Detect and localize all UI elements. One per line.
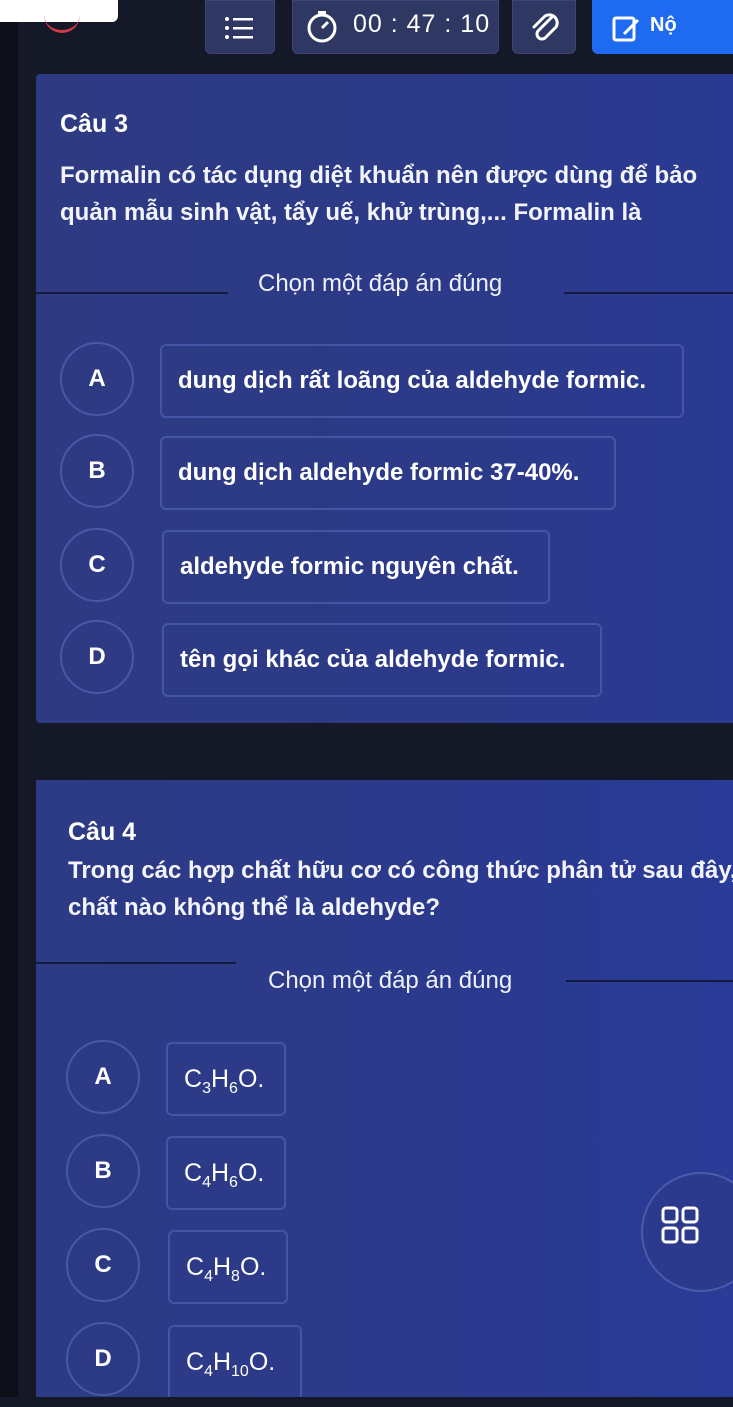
screen-edge xyxy=(0,0,18,1397)
option-letter-c[interactable]: C xyxy=(60,528,134,602)
option-d[interactable]: C4H10O. xyxy=(168,1325,302,1397)
submit-button[interactable]: Nộ xyxy=(592,0,733,54)
option-letter-a[interactable]: A xyxy=(60,342,134,416)
option-letter-b[interactable]: B xyxy=(66,1134,140,1208)
formula-text: C3H6O. xyxy=(184,1065,265,1097)
timer-display: 00 : 47 : 10 xyxy=(292,0,499,54)
formula-text: C4H8O. xyxy=(186,1253,267,1285)
choose-label: Chọn một đáp án đúng xyxy=(258,270,503,297)
option-letter-a[interactable]: A xyxy=(66,1040,140,1114)
divider-right xyxy=(564,292,733,294)
formula-text: C4H10O. xyxy=(186,1348,276,1380)
question-title: Câu 3 xyxy=(60,110,129,138)
attachment-button[interactable] xyxy=(512,0,576,54)
question-card-4: Câu 4 Trong các hợp chất hữu cơ có công … xyxy=(36,780,733,1397)
formula-text: C4H6O. xyxy=(184,1159,265,1191)
submit-label: Nộ xyxy=(650,14,677,36)
edit-icon xyxy=(612,16,640,42)
progress-indicator xyxy=(44,6,80,33)
option-c[interactable]: aldehyde formic nguyên chất. xyxy=(162,530,550,604)
option-b[interactable]: dung dịch aldehyde formic 37-40%. xyxy=(160,436,616,510)
option-c[interactable]: C4H8O. xyxy=(168,1230,288,1304)
option-letter-c[interactable]: C xyxy=(66,1228,140,1302)
question-card-3: Câu 3 Formalin có tác dụng diệt khuẩn nê… xyxy=(36,74,733,723)
timer-text: 00 : 47 : 10 xyxy=(353,10,491,38)
option-a[interactable]: dung dịch rất loãng của aldehyde formic. xyxy=(160,344,684,418)
option-letter-b[interactable]: B xyxy=(60,434,134,508)
top-bar: 00 : 47 : 10 Nộ xyxy=(0,0,733,60)
option-letter-d[interactable]: D xyxy=(60,620,134,694)
divider-right xyxy=(566,980,733,982)
option-letter-d[interactable]: D xyxy=(66,1322,140,1396)
choose-label: Chọn một đáp án đúng xyxy=(268,967,513,994)
question-text: Trong các hợp chất hữu cơ có công thức p… xyxy=(68,857,733,921)
option-b[interactable]: C4H6O. xyxy=(166,1136,286,1210)
list-icon xyxy=(225,17,253,39)
grid-icon xyxy=(661,1206,699,1244)
paperclip-icon xyxy=(532,13,559,41)
question-title: Câu 4 xyxy=(68,818,137,846)
option-d[interactable]: tên gọi khác của aldehyde formic. xyxy=(162,623,602,697)
question-list-button[interactable] xyxy=(205,0,275,54)
question-text: Formalin có tác dụng diệt khuẩn nên được… xyxy=(60,162,698,226)
option-a[interactable]: C3H6O. xyxy=(166,1042,286,1116)
timer-icon xyxy=(307,11,337,43)
divider-left xyxy=(36,292,228,294)
divider-left xyxy=(36,962,236,964)
